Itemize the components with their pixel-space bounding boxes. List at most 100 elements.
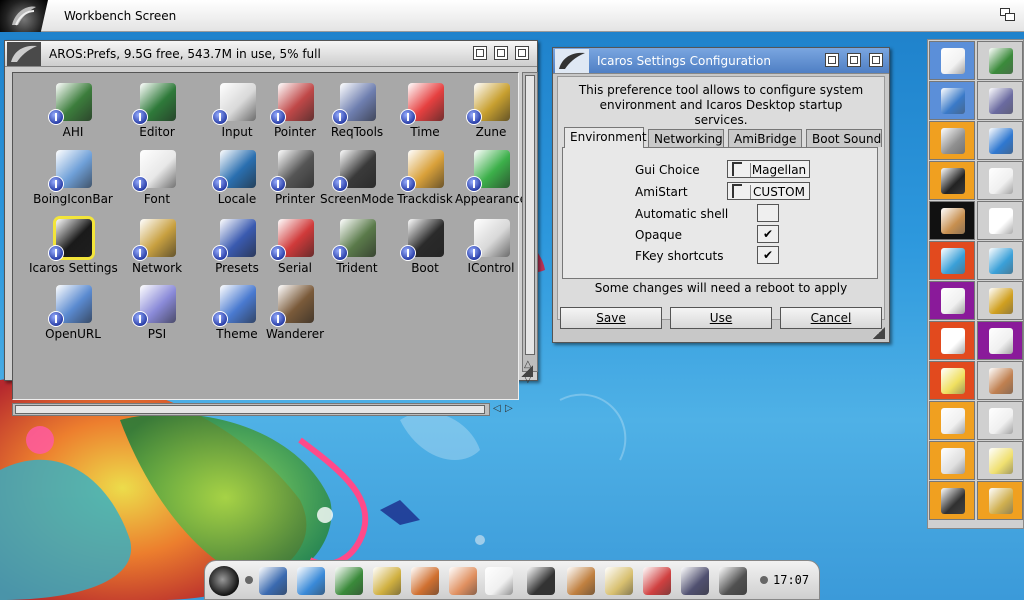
blue-cube-icon xyxy=(989,128,1013,154)
dock-cell[interactable] xyxy=(977,41,1023,80)
right-icon-dock xyxy=(927,39,1024,529)
window-close-icon[interactable] xyxy=(7,42,41,66)
bottom-app-dock: 17:07 xyxy=(204,560,820,600)
butterfly-icon[interactable] xyxy=(681,567,709,595)
disk-drive-icon[interactable] xyxy=(259,567,287,595)
prefs-disk-badge-icon xyxy=(466,109,482,125)
icaros-window-titlebar[interactable]: Icaros Settings Configuration xyxy=(553,48,889,74)
prefs-icon[interactable]: Zune xyxy=(453,81,529,147)
dock-cell[interactable] xyxy=(977,361,1023,400)
cancel-button[interactable]: Cancel xyxy=(780,307,882,329)
hand-tool-icon[interactable] xyxy=(449,567,477,595)
prefs-disk-badge-icon xyxy=(132,109,148,125)
prefs-disk-badge-icon xyxy=(132,176,148,192)
prefs-icon-label: Network xyxy=(131,261,183,275)
dock-cell[interactable] xyxy=(977,201,1023,240)
setting-label: Automatic shell xyxy=(635,207,729,221)
zune-view-eye-icon[interactable] xyxy=(485,567,513,595)
dock-cell[interactable] xyxy=(977,401,1023,440)
dock-cell[interactable] xyxy=(929,241,975,280)
window-zoom-icon[interactable] xyxy=(473,46,487,60)
dock-cell[interactable] xyxy=(929,401,975,440)
dock-cell[interactable] xyxy=(977,241,1023,280)
clapperboard-icon[interactable] xyxy=(373,567,401,595)
scroll-left-arrow[interactable]: ◁ xyxy=(493,403,501,414)
dock-cell[interactable] xyxy=(929,81,975,120)
prefs-icon[interactable]: Appearance xyxy=(453,148,529,214)
use-button[interactable]: Use xyxy=(670,307,772,329)
dock-cell[interactable] xyxy=(929,321,975,360)
setting-checkbox[interactable]: ✔ xyxy=(757,246,779,264)
dock-cell[interactable] xyxy=(929,481,975,520)
dock-cell[interactable] xyxy=(929,441,975,480)
window-depth-icon[interactable] xyxy=(515,46,529,60)
prefs-icon[interactable]: Network xyxy=(119,217,195,283)
dock-cell[interactable] xyxy=(929,121,975,160)
dock-cell[interactable] xyxy=(977,161,1023,200)
dock-cell[interactable] xyxy=(977,81,1023,120)
document-pages-icon xyxy=(989,168,1013,194)
setting-cycle-gadget[interactable]: CUSTOM xyxy=(727,182,810,200)
window-iconify-icon[interactable] xyxy=(494,46,508,60)
window-close-icon[interactable] xyxy=(555,49,589,73)
setting-label: FKey shortcuts xyxy=(635,249,724,263)
green-book-icon[interactable] xyxy=(335,567,363,595)
prefs-icon[interactable]: Font xyxy=(119,148,195,214)
prefs-icon[interactable]: AHI xyxy=(35,81,111,147)
green-book-icon xyxy=(989,48,1013,74)
tab-environment[interactable]: Environment xyxy=(564,127,647,148)
horizontal-scroll-knob[interactable] xyxy=(15,405,485,414)
tab-boot-sound[interactable]: Boot Sound xyxy=(806,129,882,147)
setting-label: Gui Choice xyxy=(635,163,700,177)
dock-cell[interactable] xyxy=(929,281,975,320)
compass-browser-icon[interactable] xyxy=(297,567,325,595)
icaros-start-icon[interactable] xyxy=(209,566,239,596)
prefs-disk-badge-icon xyxy=(48,311,64,327)
horizontal-scrollbar[interactable] xyxy=(12,403,490,416)
prefs-window-title: AROS:Prefs, 9.5G free, 543.7M in use, 5%… xyxy=(49,47,321,61)
vertical-scrollbar[interactable] xyxy=(522,72,538,372)
prefs-icon[interactable]: BoingIconBar xyxy=(33,148,113,214)
prefs-icon[interactable]: Icaros Settings xyxy=(29,217,118,283)
dock-cell[interactable] xyxy=(929,201,975,240)
gauge-icon[interactable] xyxy=(643,567,671,595)
brushes-icon[interactable] xyxy=(567,567,595,595)
setting-cycle-gadget[interactable]: Magellan xyxy=(727,160,810,178)
window-depth-icon[interactable] xyxy=(869,53,883,67)
screen-depth-gadget[interactable] xyxy=(1000,8,1016,22)
dock-cell[interactable] xyxy=(977,281,1023,320)
dock-cell[interactable] xyxy=(929,361,975,400)
window-iconify-icon[interactable] xyxy=(847,53,861,67)
prefs-icon[interactable]: OpenURL xyxy=(35,283,111,349)
dock-cell[interactable] xyxy=(929,161,975,200)
prefs-icon[interactable]: Wanderer xyxy=(257,283,333,349)
prefs-window-titlebar[interactable]: AROS:Prefs, 9.5G free, 543.7M in use, 5%… xyxy=(5,41,537,67)
dock-cell[interactable] xyxy=(977,481,1023,520)
setting-label: AmiStart xyxy=(635,185,688,199)
frying-pan-icon[interactable] xyxy=(527,567,555,595)
setting-checkbox[interactable]: ✔ xyxy=(757,225,779,243)
blank-page-icon xyxy=(989,328,1013,354)
prefs-disk-badge-icon xyxy=(132,245,148,261)
prefs-icon[interactable]: IControl xyxy=(453,217,529,283)
save-button[interactable]: Save xyxy=(560,307,662,329)
window-resize-icon[interactable] xyxy=(873,327,885,339)
monitor-paint-icon[interactable] xyxy=(719,567,747,595)
dock-cell[interactable] xyxy=(977,121,1023,160)
window-resize-icon[interactable] xyxy=(521,365,533,377)
ftp-folder-icon xyxy=(989,488,1013,514)
window-zoom-icon[interactable] xyxy=(825,53,839,67)
vertical-scroll-knob[interactable] xyxy=(525,75,535,355)
prefs-icon[interactable]: PSI xyxy=(119,283,195,349)
tab-amibridge[interactable]: AmiBridge xyxy=(728,129,802,147)
dock-cell[interactable] xyxy=(977,441,1023,480)
archive-folder-icon[interactable] xyxy=(605,567,633,595)
prefs-icon[interactable]: Editor xyxy=(119,81,195,147)
tab-networking[interactable]: Networking xyxy=(648,129,724,147)
setting-checkbox[interactable] xyxy=(757,204,779,222)
icaros-logo-icon[interactable] xyxy=(0,0,48,32)
scroll-right-arrow[interactable]: ▷ xyxy=(505,403,513,414)
dock-cell[interactable] xyxy=(977,321,1023,360)
paint-program-icon[interactable] xyxy=(411,567,439,595)
dock-cell[interactable] xyxy=(929,41,975,80)
